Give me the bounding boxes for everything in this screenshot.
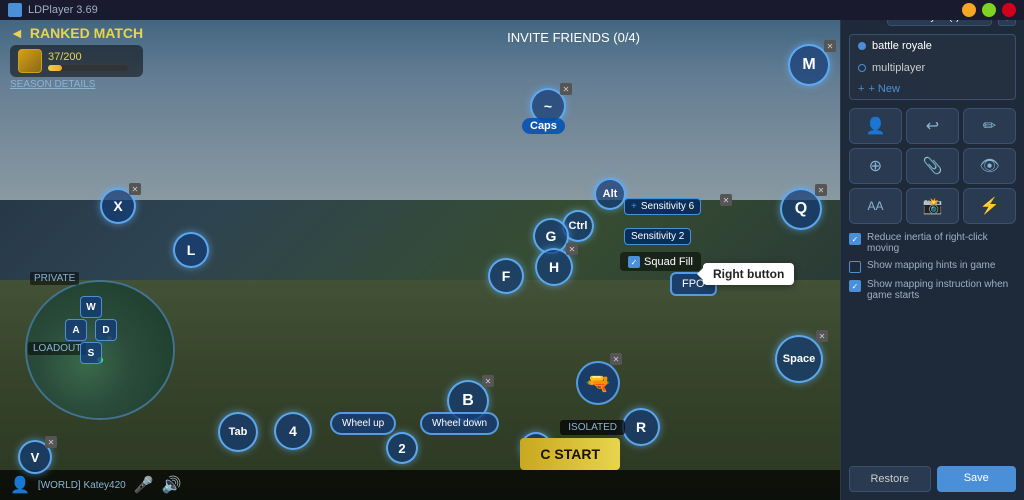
sens-close[interactable]: ✕ [720,194,732,206]
season-progress: 37/200 [48,51,128,71]
maximize-button[interactable] [982,3,996,17]
sensitivity-6[interactable]: + Sensitivity 6 [624,198,701,215]
person-icon: 👤 [10,475,30,495]
progress-bar-fill [48,65,62,71]
tools-grid: 👤 ↩ ✏ ⊕ 📎 👁 AA 📸 ⚡ [849,108,1016,224]
isolated-badge: ISOLATED [560,420,625,435]
weapon-close[interactable]: ✕ [610,353,622,365]
profile-multiplayer-label: multiplayer [872,62,925,74]
tool-view[interactable]: 👁 [963,148,1016,184]
minimize-button[interactable] [962,3,976,17]
key-4[interactable]: 4 [274,412,312,450]
game-area: ◄ RANKED MATCH 37/200 SEASON DETAILS INV… [0,0,840,500]
key-s[interactable]: S [80,342,102,364]
progress-bar-bg [48,65,128,71]
squad-fill-label: Squad Fill [644,256,693,268]
options-section: ✓ Reduce inertia of right-click moving S… [849,232,1016,307]
tool-flash[interactable]: ⚡ [963,188,1016,224]
wheel-down-button[interactable]: Wheel down [420,412,499,435]
ranked-mode: RANKED MATCH [30,25,143,41]
key-d[interactable]: D [95,319,117,341]
key-w[interactable]: W [80,296,102,318]
key-b-close[interactable]: ✕ [482,375,494,387]
option-hints-label: Show mapping hints in game [867,260,995,271]
profile-active-dot [858,42,866,50]
key-h-close[interactable]: ✕ [566,243,578,255]
key-f[interactable]: F [488,258,524,294]
mic-icon: 🎤 [134,475,154,495]
right-panel: Name: battle royale(*) ▼ ↻ battle royale… [840,0,1024,500]
tool-undo[interactable]: ↩ [906,108,959,144]
wasd-cluster: W A D S [65,295,117,365]
season-icon [18,49,42,73]
app-logo [8,3,22,17]
option-instruction: ✓ Show mapping instruction when game sta… [849,279,1016,301]
bottom-bar: 👤 [WORLD] Katey420 🎤 🔊 [0,470,840,500]
minimap-private-label: PRIVATE [30,272,79,285]
key-tilde-close[interactable]: ✕ [560,83,572,95]
key-space[interactable]: Space [775,335,823,383]
invite-friends: INVITE FRIENDS (0/4) [507,30,640,45]
option-instruction-checkbox[interactable]: ✓ [849,280,861,292]
close-button[interactable] [1002,3,1016,17]
save-button[interactable]: Save [937,466,1017,492]
tool-screenshot[interactable]: 📸 [906,188,959,224]
tool-crosshair[interactable]: ⊕ [849,148,902,184]
wheel-up-button[interactable]: Wheel up [330,412,396,435]
option-inertia-label: Reduce inertia of right-click moving [867,232,1016,254]
titlebar: LDPlayer 3.69 [0,0,1024,20]
option-inertia-checkbox[interactable]: ✓ [849,233,861,245]
key-alt[interactable]: Alt [594,178,626,210]
season-info: 37/200 [10,45,143,77]
tool-text[interactable]: AA [849,188,902,224]
squad-fill[interactable]: ✓ Squad Fill [620,252,701,271]
weapon-icon[interactable]: 🔫 [576,361,620,405]
key-caps-label: Caps [522,118,565,134]
key-tab[interactable]: Tab [218,412,258,452]
hud-top-left: ◄ RANKED MATCH 37/200 SEASON DETAILS [10,25,143,90]
option-inertia: ✓ Reduce inertia of right-click moving [849,232,1016,254]
sens-2-label: Sensitivity 2 [631,231,684,242]
key-l[interactable]: L [173,232,209,268]
wasd-row-bot: S [65,342,117,364]
start-button[interactable]: C START [520,438,620,470]
option-hints: Show mapping hints in game [849,260,1016,273]
profile-dropdown: battle royale multiplayer + + New [849,34,1016,100]
profile-new-button[interactable]: + + New [850,79,1015,99]
key-m-close[interactable]: ✕ [824,40,836,52]
squad-fill-checkbox[interactable]: ✓ [628,256,640,268]
key-r[interactable]: R [622,408,660,446]
tool-edit[interactable]: ✏ [963,108,1016,144]
plus-icon: + [858,83,864,95]
panel-bottom-buttons: Restore Save [849,466,1016,492]
season-details-link[interactable]: SEASON DETAILS [10,79,143,90]
profile-inactive-dot [858,64,866,72]
ranked-icon: ◄ [10,25,24,41]
speaker-icon: 🔊 [162,475,182,495]
ranked-badge: ◄ RANKED MATCH [10,25,143,41]
tool-attach[interactable]: 📎 [906,148,959,184]
key-2[interactable]: 2 [386,432,418,464]
wasd-row-mid: A D [65,319,117,341]
world-text: [WORLD] Katey420 [38,480,126,491]
profile-battle-royale[interactable]: battle royale [850,35,1015,57]
restore-button[interactable]: Restore [849,466,931,492]
right-button-tooltip: Right button [703,263,794,285]
sens-6-label: Sensitivity 6 [641,201,694,212]
key-x-close[interactable]: ✕ [129,183,141,195]
key-v-close[interactable]: ✕ [45,436,57,448]
sensitivity-2[interactable]: Sensitivity 2 [624,228,691,245]
window-controls [962,3,1016,17]
key-space-close[interactable]: ✕ [816,330,828,342]
profile-battle-royale-label: battle royale [872,40,932,52]
key-q-close[interactable]: ✕ [815,184,827,196]
app-title: LDPlayer 3.69 [28,4,98,16]
option-instruction-label: Show mapping instruction when game start… [867,279,1016,301]
wasd-row-top: W [65,296,117,318]
key-a[interactable]: A [65,319,87,341]
season-progress-text: 37/200 [48,51,128,63]
profile-multiplayer[interactable]: multiplayer [850,57,1015,79]
tool-character[interactable]: 👤 [849,108,902,144]
option-hints-checkbox[interactable] [849,261,861,273]
